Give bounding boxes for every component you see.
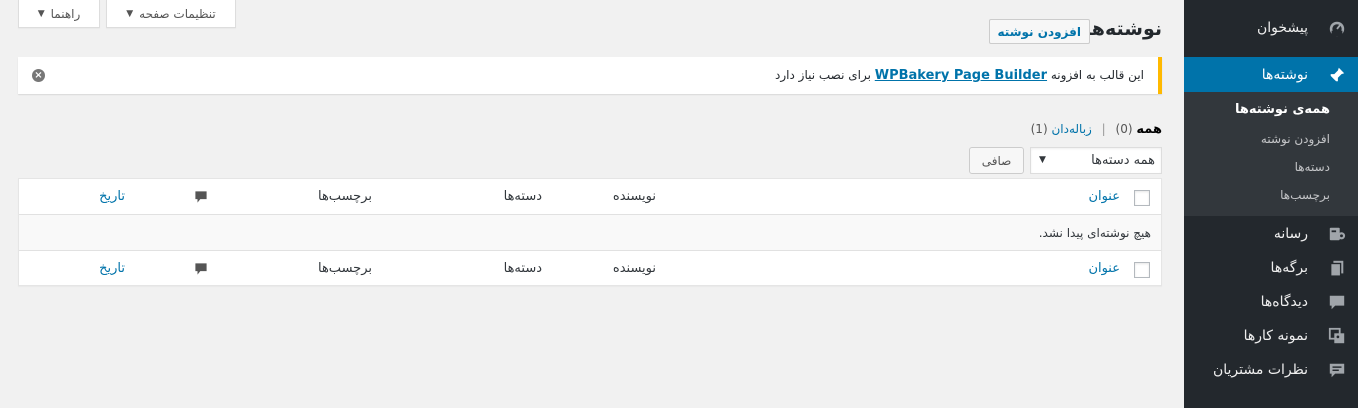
posts-table: عنوان نویسنده دسته‌ها برچسب‌ها تاریخ هیچ… — [18, 178, 1162, 286]
sidebar-item-label: دیدگاه‌ها — [1260, 294, 1308, 310]
status-filters: همه (0) | زباله‌دان (1) — [1031, 122, 1162, 137]
select-all-checkbox[interactable] — [1134, 190, 1150, 206]
caret-down-icon: ▼ — [126, 8, 134, 19]
column-categories-footer: دسته‌ها — [503, 261, 542, 276]
pages-icon — [1327, 258, 1347, 278]
comments-column-icon[interactable] — [194, 190, 208, 204]
category-select[interactable]: همه دسته‌ها ▼ — [1030, 147, 1162, 174]
column-tags: برچسب‌ها — [317, 189, 372, 204]
sidebar-item-posts[interactable]: نوشته‌ها — [1176, 57, 1358, 92]
sidebar-item-label: نظرات مشتریان — [1212, 362, 1308, 378]
column-date[interactable]: تاریخ — [99, 189, 125, 204]
admin-sidebar: پیشخوان نوشته‌ها همه‌ی نوشته‌ها افزودن ن… — [1176, 0, 1358, 408]
submenu-all-posts[interactable]: همه‌ی نوشته‌ها — [1235, 102, 1330, 117]
testimonial-icon — [1327, 360, 1347, 380]
page-title: نوشته‌ها — [1084, 18, 1162, 40]
caret-down-icon: ▼ — [37, 8, 45, 19]
filter-trash[interactable]: زباله‌دان — [1051, 122, 1091, 136]
notice-suffix: برای نصب نیاز دارد — [775, 68, 871, 82]
no-posts-message: هیچ نوشته‌ای پیدا نشد. — [1038, 226, 1151, 240]
select-all-checkbox-footer[interactable] — [1134, 262, 1150, 278]
empty-row: هیچ نوشته‌ای پیدا نشد. — [19, 215, 1161, 251]
filter-separator: | — [1101, 122, 1106, 136]
pin-icon — [1327, 65, 1347, 85]
column-title[interactable]: عنوان — [1088, 189, 1120, 204]
sidebar-item-label: نمونه کارها — [1243, 328, 1308, 344]
column-author-footer: نویسنده — [612, 261, 656, 276]
plugin-notice: این قالب به افزونه WPBakery Page Builder… — [18, 57, 1162, 94]
comments-column-icon-footer[interactable] — [194, 262, 208, 276]
sidebar-item-label: نوشته‌ها — [1261, 66, 1308, 83]
filter-button[interactable]: صافی — [969, 147, 1024, 174]
sidebar-item-portfolio[interactable]: نمونه کارها — [1184, 320, 1358, 352]
column-title-footer[interactable]: عنوان — [1088, 261, 1120, 276]
dashboard-icon — [1327, 18, 1347, 38]
media-icon — [1327, 224, 1347, 244]
sidebar-item-comments[interactable]: دیدگاه‌ها — [1184, 286, 1358, 318]
sidebar-item-media[interactable]: رسانه — [1184, 218, 1358, 250]
caret-down-icon: ▼ — [1039, 155, 1046, 165]
submenu-tags[interactable]: برچسب‌ها — [1280, 188, 1330, 202]
sidebar-item-dashboard[interactable]: پیشخوان — [1184, 12, 1358, 44]
submenu-add-new[interactable]: افزودن نوشته — [1261, 132, 1330, 146]
help-label: راهنما — [50, 6, 81, 21]
help-button[interactable]: راهنما ▼ — [18, 0, 100, 28]
table-header-row: عنوان نویسنده دسته‌ها برچسب‌ها تاریخ — [19, 179, 1161, 215]
filter-all-count: (0) — [1115, 122, 1133, 136]
filter-all[interactable]: همه — [1136, 122, 1162, 137]
sidebar-item-label: رسانه — [1273, 226, 1308, 242]
sidebar-item-label: پیشخوان — [1256, 20, 1308, 36]
portfolio-icon — [1327, 326, 1347, 346]
notice-prefix: این قالب به افزونه — [1050, 68, 1144, 82]
column-date-footer[interactable]: تاریخ — [99, 261, 125, 276]
sidebar-item-pages[interactable]: برگه‌ها — [1184, 252, 1358, 284]
sidebar-item-label: برگه‌ها — [1270, 260, 1308, 276]
comment-icon — [1327, 292, 1347, 312]
sidebar-item-testimonials[interactable]: نظرات مشتریان — [1184, 354, 1358, 386]
notice-text: این قالب به افزونه WPBakery Page Builder… — [775, 68, 1144, 83]
submenu-categories[interactable]: دسته‌ها — [1295, 160, 1330, 174]
plugin-link[interactable]: WPBakery Page Builder — [875, 68, 1047, 83]
screen-options-button[interactable]: تنظیمات صفحه ▼ — [106, 0, 236, 28]
dismiss-icon[interactable]: × — [32, 69, 45, 82]
column-categories: دسته‌ها — [503, 189, 542, 204]
posts-submenu: همه‌ی نوشته‌ها افزودن نوشته دسته‌ها برچس… — [1184, 92, 1358, 216]
add-new-post-button[interactable]: افزودن نوشته — [988, 19, 1090, 44]
column-author: نویسنده — [612, 189, 656, 204]
filter-trash-count: (1) — [1030, 122, 1048, 136]
screen-options-label: تنظیمات صفحه — [139, 6, 216, 21]
category-select-value: همه دسته‌ها — [1091, 153, 1155, 168]
table-footer-row: عنوان نویسنده دسته‌ها برچسب‌ها تاریخ — [19, 251, 1161, 287]
column-tags-footer: برچسب‌ها — [317, 261, 372, 276]
